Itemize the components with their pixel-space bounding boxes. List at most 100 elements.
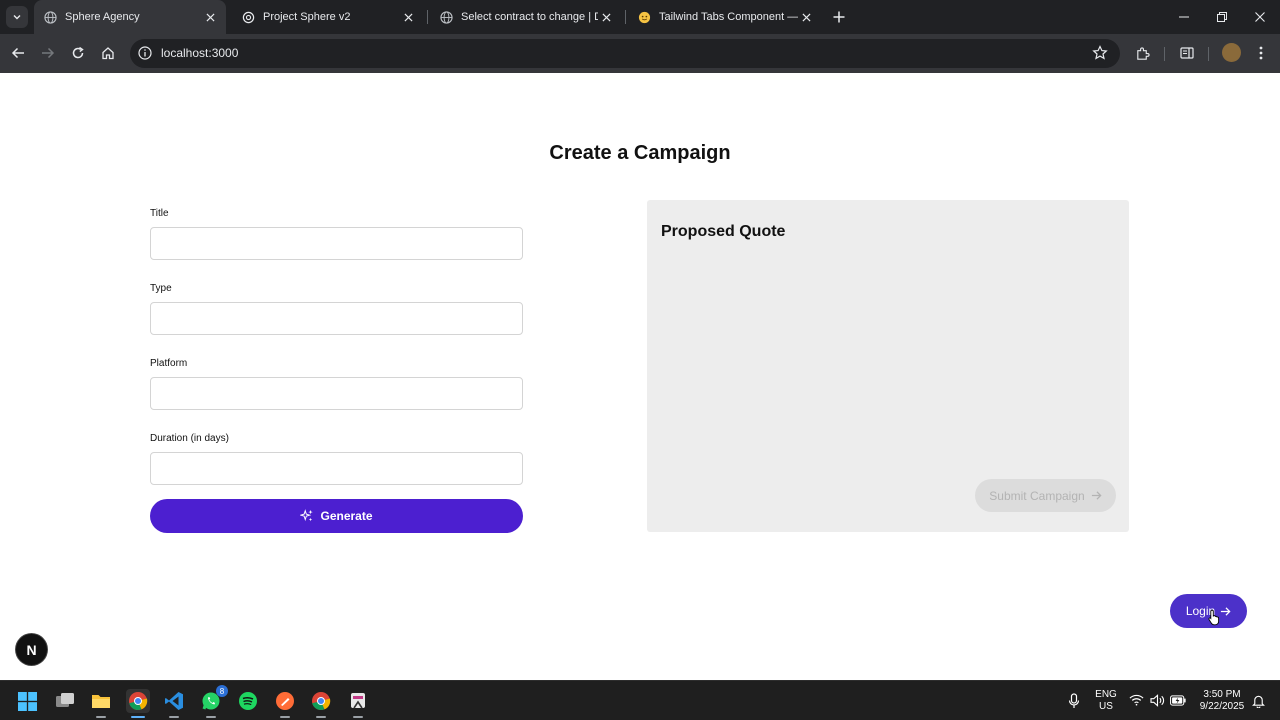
generate-button[interactable]: Generate: [150, 499, 523, 533]
back-button[interactable]: [7, 42, 29, 64]
chrome-button[interactable]: [126, 689, 150, 718]
snipping-tool-button[interactable]: [346, 689, 370, 718]
arrow-right-icon: [42, 47, 55, 59]
tab-divider: [625, 10, 626, 24]
notification-bell-icon[interactable]: [1252, 694, 1265, 708]
tab-select-contract[interactable]: Select contract to change | Djan: [430, 0, 622, 34]
start-button[interactable]: [15, 689, 39, 713]
duration-label: Duration (in days): [150, 433, 229, 444]
vscode-button[interactable]: [162, 689, 186, 718]
tab-title: Project Sphere v2: [263, 11, 351, 23]
browser-toolbar: localhost:3000: [0, 34, 1280, 73]
side-panel-icon: [1180, 47, 1194, 59]
hand-cursor-icon: [1208, 609, 1220, 626]
chrome-profile-button[interactable]: [309, 689, 333, 718]
notification-badge: 8: [216, 685, 228, 697]
page-title: Create a Campaign: [549, 142, 731, 164]
language-indicator[interactable]: ENG US: [1092, 689, 1120, 713]
profile-avatar[interactable]: [1222, 43, 1241, 62]
chrome-icon: [312, 692, 331, 711]
toolbar-divider: [1208, 47, 1209, 61]
clock-date: 9/22/2025: [1199, 701, 1245, 712]
nextjs-dev-badge[interactable]: N: [16, 634, 47, 665]
openai-icon: [240, 9, 256, 25]
star-icon[interactable]: [1092, 45, 1108, 61]
quote-heading: Proposed Quote: [661, 223, 786, 240]
close-icon[interactable]: [202, 9, 218, 25]
active-indicator: [131, 716, 145, 718]
type-input[interactable]: [150, 302, 523, 335]
title-input[interactable]: [150, 227, 523, 260]
minimize-button[interactable]: [1173, 6, 1195, 28]
address-bar[interactable]: localhost:3000: [130, 39, 1120, 68]
volume-icon[interactable]: [1150, 694, 1165, 707]
postman-button[interactable]: [273, 689, 297, 718]
emoji-icon: [636, 9, 652, 25]
file-explorer-button[interactable]: [89, 689, 113, 718]
whatsapp-button[interactable]: 8: [199, 685, 228, 718]
restore-button[interactable]: [1211, 6, 1233, 28]
spotify-icon: [239, 692, 257, 710]
microphone-icon[interactable]: [1068, 693, 1080, 709]
running-indicator: [96, 716, 106, 718]
restore-icon: [1217, 12, 1227, 22]
folder-icon: [92, 695, 110, 708]
windows-taskbar: 8 ENG US 3:50 PM 9/22/2025: [0, 680, 1280, 720]
battery-icon[interactable]: [1170, 695, 1186, 706]
running-indicator: [169, 716, 179, 718]
submit-campaign-button[interactable]: Submit Campaign: [975, 479, 1116, 512]
close-icon[interactable]: [400, 9, 416, 25]
reload-button[interactable]: [67, 42, 89, 64]
menu-button[interactable]: [1252, 44, 1270, 62]
tab-project-sphere[interactable]: Project Sphere v2: [232, 0, 424, 34]
minimize-icon: [1179, 16, 1189, 18]
task-view-button[interactable]: [53, 689, 77, 713]
kebab-menu-icon: [1259, 46, 1263, 60]
spotify-button[interactable]: [236, 689, 260, 713]
close-icon: [1255, 12, 1265, 22]
sparkles-icon: [300, 509, 314, 522]
forward-button[interactable]: [37, 42, 59, 64]
close-icon[interactable]: [798, 9, 814, 25]
running-indicator: [353, 716, 363, 718]
new-tab-button[interactable]: [830, 8, 848, 26]
plus-icon: [833, 11, 845, 23]
snipping-tool-icon: [351, 693, 365, 709]
region-code: US: [1099, 701, 1113, 712]
duration-input[interactable]: [150, 452, 523, 485]
clock-time: 3:50 PM: [1203, 689, 1241, 700]
url-text[interactable]: localhost:3000: [161, 46, 238, 60]
tab-divider: [427, 10, 428, 24]
submit-label: Submit Campaign: [989, 488, 1085, 503]
nextjs-logo: N: [26, 641, 37, 658]
window-close-button[interactable]: [1249, 6, 1271, 28]
side-panel-button[interactable]: [1178, 44, 1196, 62]
vscode-icon: [165, 692, 183, 710]
puzzle-icon: [1136, 46, 1150, 60]
platform-input[interactable]: [150, 377, 523, 410]
windows-start-icon: [17, 691, 37, 711]
clock[interactable]: 3:50 PM 9/22/2025: [1194, 689, 1250, 713]
proposed-quote-panel: Proposed Quote Submit Campaign: [647, 200, 1129, 532]
home-button[interactable]: [97, 42, 119, 64]
platform-label: Platform: [150, 358, 188, 369]
tab-title: Sphere Agency: [65, 11, 140, 23]
language-code: ENG: [1095, 689, 1117, 700]
running-indicator: [316, 716, 326, 718]
close-icon[interactable]: [598, 9, 614, 25]
arrow-left-icon: [11, 47, 24, 59]
type-label: Type: [150, 283, 172, 294]
browser-titlebar: Sphere Agency Project Sphere v2 Select c…: [0, 0, 1280, 34]
tab-tailwind-tabs[interactable]: Tailwind Tabs Component — Ta: [628, 0, 822, 34]
tab-search-button[interactable]: [6, 6, 28, 28]
wifi-icon[interactable]: [1129, 694, 1144, 706]
extensions-button[interactable]: [1133, 44, 1151, 62]
postman-icon: [276, 692, 294, 710]
running-indicator: [206, 716, 216, 718]
info-icon[interactable]: [138, 46, 152, 60]
tab-title: Select contract to change | Djan: [461, 11, 598, 23]
globe-icon: [42, 9, 58, 25]
tab-sphere-agency[interactable]: Sphere Agency: [34, 0, 226, 34]
arrow-right-icon: [1091, 491, 1102, 500]
chevron-down-icon: [13, 15, 21, 20]
